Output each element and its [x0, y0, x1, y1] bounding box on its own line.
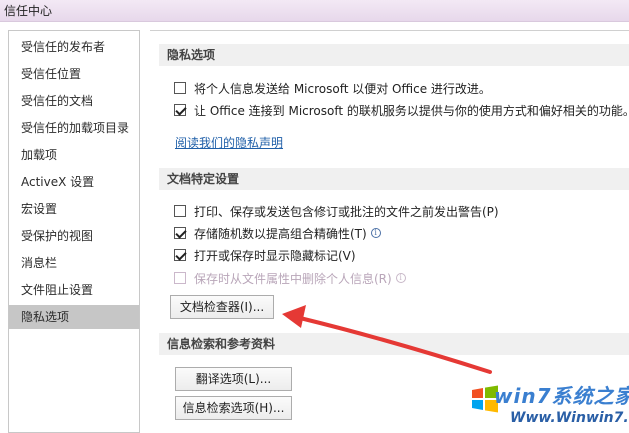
sidebar-item-trusted-publishers[interactable]: 受信任的发布者 [9, 35, 139, 59]
privacy-statement-link[interactable]: 阅读我们的隐私声明 [175, 134, 283, 151]
sidebar-item-privacy-options[interactable]: 隐私选项 [9, 305, 139, 329]
show-hidden-markup-option[interactable]: 打开或保存时显示隐藏标记(V) [174, 246, 356, 264]
sidebar-item-message-bar[interactable]: 消息栏 [9, 251, 139, 275]
sidebar-item-protected-view[interactable]: 受保护的视图 [9, 224, 139, 248]
watermark: win7系统之家 Www.Winwin7.Net [470, 370, 629, 433]
warn-before-print-checkbox[interactable] [174, 205, 186, 217]
remove-personal-info-label: 保存时从文件属性中删除个人信息(R) [194, 271, 392, 286]
store-random-number-label: 存储随机数以提高组合精确性(T) [194, 226, 367, 241]
sidebar-item-trusted-documents[interactable]: 受信任的文档 [9, 89, 139, 113]
watermark-brand: win7系统之家 [494, 384, 629, 408]
document-inspector-button[interactable]: 文档检查器(I)... [170, 295, 274, 319]
online-services-option[interactable]: 让 Office 连接到 Microsoft 的联机服务以提供与你的使用方式和偏… [174, 101, 629, 119]
sidebar-item-activex-settings[interactable]: ActiveX 设置 [9, 170, 139, 194]
remove-personal-info-option: 保存时从文件属性中删除个人信息(R) i [174, 269, 406, 287]
send-personal-info-label: 将个人信息发送给 Microsoft 以便对 Office 进行改进。 [194, 81, 491, 96]
document-settings-section-header: 文档特定设置 [159, 168, 629, 190]
translation-options-button[interactable]: 翻译选项(L)... [175, 367, 292, 391]
info-icon[interactable]: i [370, 228, 381, 238]
store-random-number-option[interactable]: 存储随机数以提高组合精确性(T) i [174, 224, 381, 242]
show-hidden-markup-checkbox[interactable] [174, 249, 186, 261]
sidebar-item-trusted-locations[interactable]: 受信任位置 [9, 62, 139, 86]
sidebar-item-file-block-settings[interactable]: 文件阻止设置 [9, 278, 139, 302]
warn-before-print-label: 打印、保存或发送包含修订或批注的文件之前发出警告(P) [194, 204, 499, 219]
research-options-button[interactable]: 信息检索选项(H)... [175, 396, 292, 420]
research-section-header: 信息检索和参考资料 [159, 333, 629, 355]
online-services-label: 让 Office 连接到 Microsoft 的联机服务以提供与你的使用方式和偏… [194, 103, 629, 118]
store-random-number-checkbox[interactable] [174, 227, 186, 239]
title-bar: 信任中心 [0, 0, 629, 22]
sidebar-item-macro-settings[interactable]: 宏设置 [9, 197, 139, 221]
info-icon: i [395, 273, 406, 283]
sidebar-item-trusted-addin-catalogs[interactable]: 受信任的加载项目录 [9, 116, 139, 140]
sidebar-item-addins[interactable]: 加载项 [9, 143, 139, 167]
watermark-site: Www.Winwin7.Net [510, 410, 629, 426]
privacy-section-header: 隐私选项 [159, 44, 629, 66]
send-personal-info-checkbox[interactable] [174, 82, 186, 94]
show-hidden-markup-label: 打开或保存时显示隐藏标记(V) [194, 248, 356, 263]
warn-before-print-option[interactable]: 打印、保存或发送包含修订或批注的文件之前发出警告(P) [174, 202, 499, 220]
window-title: 信任中心 [4, 4, 53, 18]
sidebar: 受信任的发布者 受信任位置 受信任的文档 受信任的加载项目录 加载项 Activ… [8, 30, 140, 433]
remove-personal-info-checkbox [174, 272, 186, 284]
send-personal-info-option[interactable]: 将个人信息发送给 Microsoft 以便对 Office 进行改进。 [174, 79, 491, 97]
online-services-checkbox[interactable] [174, 104, 186, 116]
